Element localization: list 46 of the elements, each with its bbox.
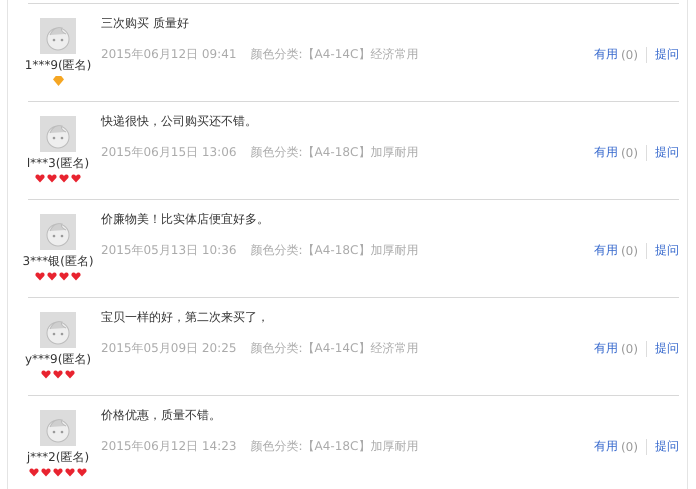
review-text: 价廉物美！比实体店便宜好多。 [101, 211, 270, 228]
review-text: 宝贝一样的好，第二次来买了， [101, 309, 270, 326]
useful-count: (0) [621, 48, 638, 62]
review-date: 2015年05月13日 10:36 [101, 242, 236, 259]
user-name: y***9(匿名) [24, 351, 92, 368]
review-date: 2015年06月15日 13:06 [101, 144, 236, 161]
avatar [40, 214, 76, 250]
sku-label: 颜色分类: [250, 144, 303, 161]
useful-link[interactable]: 有用 [594, 438, 618, 455]
avatar [40, 312, 76, 348]
avatar [40, 410, 76, 446]
useful-count: (0) [621, 440, 638, 454]
review-text: 三次购买 质量好 [101, 15, 190, 32]
user-name: 3***银(匿名) [22, 253, 94, 270]
diamond-icon [52, 76, 64, 86]
sku-value: 【A4-14C】经济常用 [302, 340, 418, 357]
sku-label: 颜色分类: [250, 438, 303, 455]
ask-link[interactable]: 提问 [655, 46, 679, 63]
sku-label: 颜色分类: [250, 242, 303, 259]
review-text: 价格优惠，质量不错。 [101, 407, 222, 424]
review-date: 2015年06月12日 09:41 [101, 46, 236, 63]
useful-count: (0) [621, 146, 638, 160]
useful-count: (0) [621, 342, 638, 356]
useful-link[interactable]: 有用 [594, 242, 618, 259]
ask-link[interactable]: 提问 [655, 340, 679, 357]
user-name: l***3(匿名) [26, 155, 90, 172]
sku-label: 颜色分类: [250, 46, 303, 63]
sku-value: 【A4-18C】加厚耐用 [302, 438, 418, 455]
useful-link[interactable]: 有用 [594, 340, 618, 357]
useful-count: (0) [621, 244, 638, 258]
ask-link[interactable]: 提问 [655, 242, 679, 259]
sku-value: 【A4-14C】经济常用 [302, 46, 418, 63]
review-text: 快递很快，公司购买还不错。 [101, 113, 258, 130]
review-date: 2015年06月12日 14:23 [101, 438, 236, 455]
user-name: 1***9(匿名) [24, 57, 92, 74]
sku-value: 【A4-18C】加厚耐用 [302, 144, 418, 161]
useful-link[interactable]: 有用 [594, 46, 618, 63]
ask-link[interactable]: 提问 [655, 438, 679, 455]
useful-link[interactable]: 有用 [594, 144, 618, 161]
review-date: 2015年05月09日 20:25 [101, 340, 236, 357]
avatar [40, 18, 76, 54]
sku-label: 颜色分类: [250, 340, 303, 357]
user-name: j***2(匿名) [26, 449, 90, 466]
sku-value: 【A4-18C】加厚耐用 [302, 242, 418, 259]
ask-link[interactable]: 提问 [655, 144, 679, 161]
avatar [40, 116, 76, 152]
